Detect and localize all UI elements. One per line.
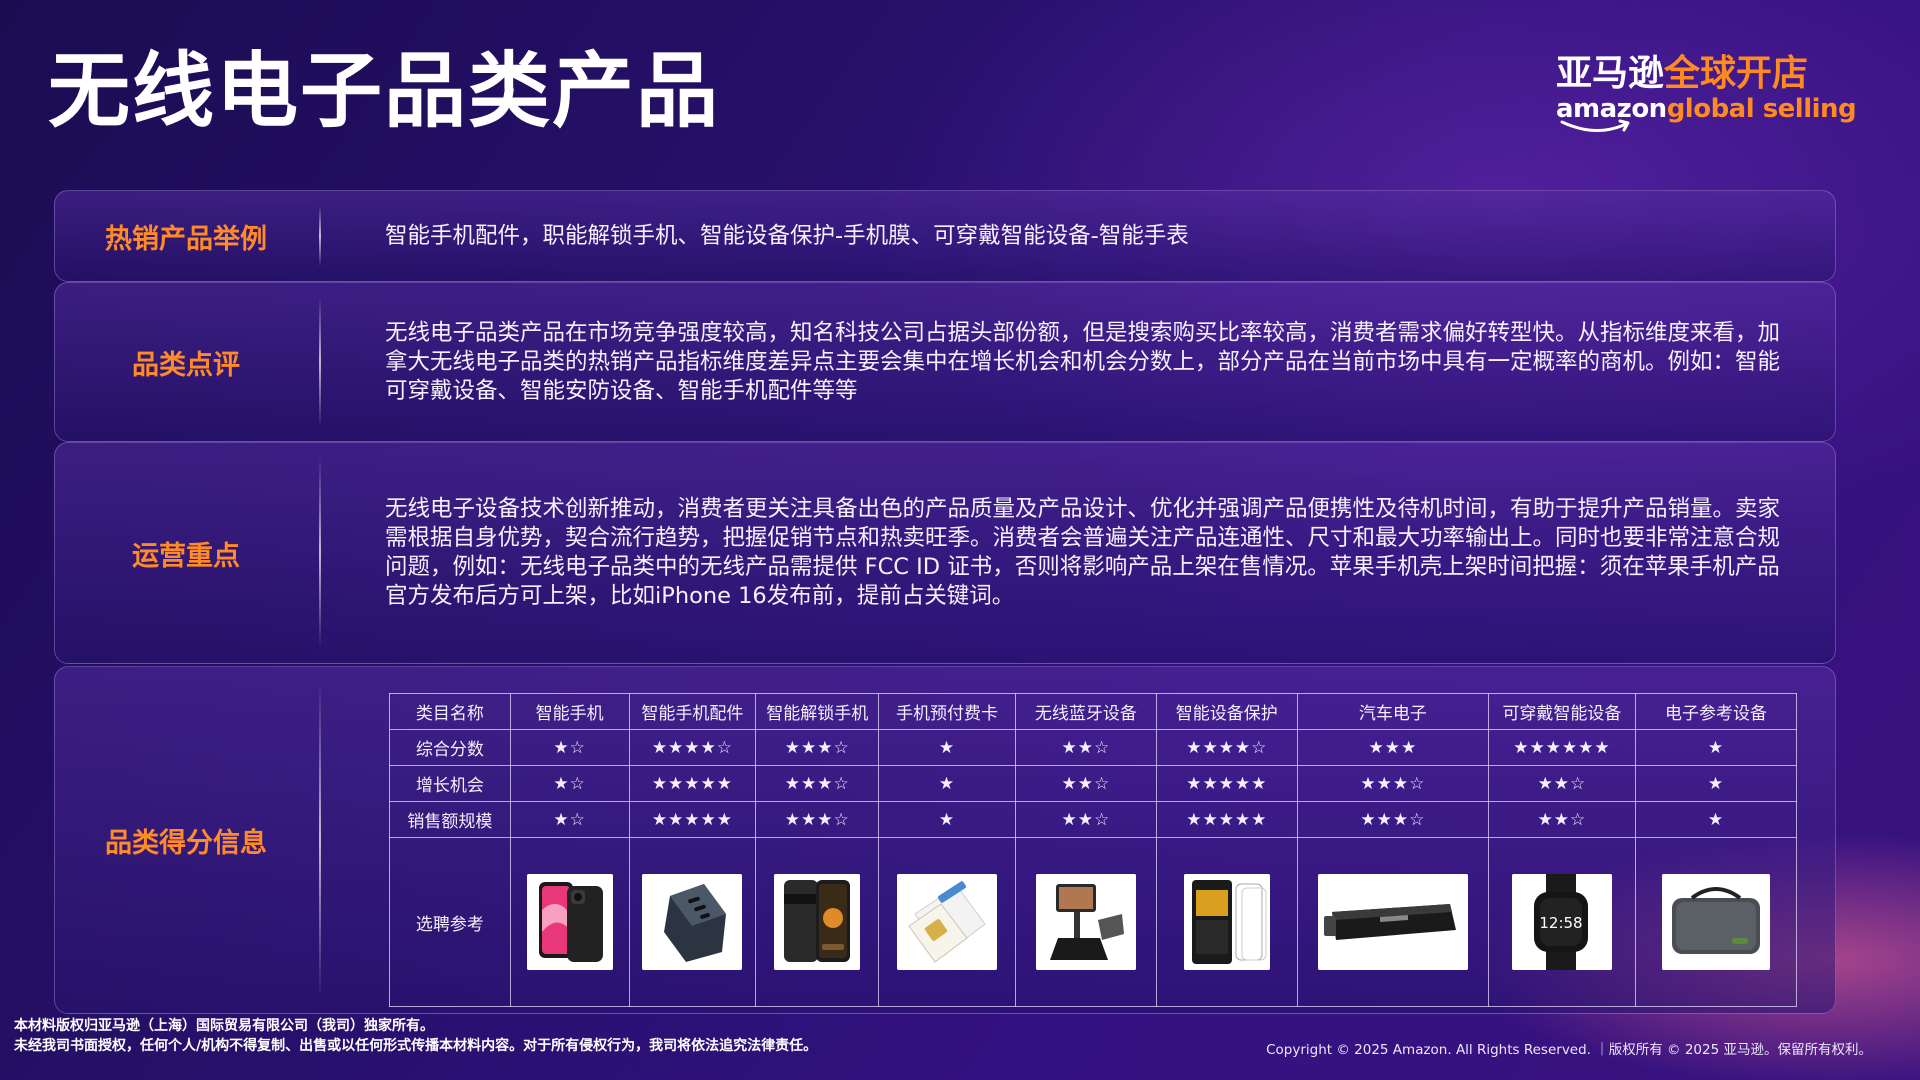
- star-rating-cell: ★☆: [509, 729, 630, 766]
- header-cell: 汽车电子: [1296, 693, 1489, 730]
- table-row: 综合分数 ★☆ ★★★★☆ ★★★☆ ★ ★★☆ ★★★★☆ ★★★ ★★★★★…: [389, 729, 1798, 766]
- car-amplifier-image: [1317, 874, 1468, 970]
- category-review-text: 无线电子品类产品在市场竞争强度较高，知名科技公司占据头部份额，但是搜索购买比率较…: [385, 319, 1781, 404]
- category-score-panel: 品类得分信息 类目名称 智能手机 智能手机配件 智能解锁手机 手机预付费卡 无线…: [54, 666, 1836, 1014]
- smartphone-image: [526, 874, 613, 970]
- panel-divider: [319, 297, 321, 427]
- star-rating-cell: ★★★★★: [1155, 765, 1298, 802]
- table-row: 销售额规模 ★☆ ★★★★★ ★★★☆ ★ ★★☆ ★★★★★ ★★★☆ ★★☆…: [389, 801, 1798, 838]
- table-row: 增长机会 ★☆ ★★★★★ ★★★☆ ★ ★★☆ ★★★★★ ★★★☆ ★★☆ …: [389, 765, 1798, 802]
- category-review-panel: 品类点评 无线电子品类产品在市场竞争强度较高，知名科技公司占据头部份额，但是搜索…: [54, 282, 1836, 442]
- charger-image: [642, 874, 743, 970]
- header-cell: 智能手机: [509, 693, 630, 730]
- row-name-cell: 增长机会: [389, 765, 511, 802]
- header-cell: 可穿戴智能设备: [1487, 693, 1636, 730]
- star-rating-cell: ★: [878, 801, 1016, 838]
- star-rating-cell: ★★★☆: [755, 801, 880, 838]
- hot-products-panel: 热销产品举例 智能手机配件，职能解锁手机、智能设备保护-手机膜、可穿戴智能设备-…: [54, 190, 1836, 282]
- star-rating-cell: ★★☆: [1014, 801, 1157, 838]
- unlocked-phone-image: [774, 874, 861, 970]
- star-rating-cell: ★★☆: [1014, 765, 1157, 802]
- logo-cn-text: 亚马逊全球开店: [1556, 53, 1809, 94]
- star-rating-cell: ★★★: [1296, 729, 1489, 766]
- operations-panel: 运营重点 无线电子设备技术创新推动，消费者更关注具备出色的产品质量及产品设计、优…: [54, 442, 1836, 664]
- row-name-cell: 销售额规模: [389, 801, 511, 838]
- legal-line-1: 本材料版权归亚马逊（上海）国际贸易有限公司（我司）独家所有。: [14, 1018, 434, 1034]
- panel-divider: [319, 681, 321, 999]
- star-rating-cell: ★: [878, 765, 1016, 802]
- panel-divider: [319, 457, 321, 649]
- hot-products-label: 热销产品举例: [105, 223, 267, 255]
- page-title: 无线电子品类产品: [48, 44, 721, 139]
- amazon-smile-icon: [1560, 119, 1630, 133]
- header-cell: 类目名称: [389, 693, 511, 730]
- star-rating-cell: ★☆: [509, 801, 630, 838]
- star-rating-cell: ★★★★★★: [1487, 729, 1636, 766]
- sim-card-image: [897, 874, 998, 970]
- category-review-label: 品类点评: [132, 349, 240, 381]
- star-rating-cell: ★★★★★: [1155, 801, 1298, 838]
- table-header-row: 类目名称 智能手机 智能手机配件 智能解锁手机 手机预付费卡 无线蓝牙设备 智能…: [389, 693, 1798, 730]
- phone-stand-image: [1035, 874, 1136, 970]
- smartwatch-image: 12:58: [1511, 874, 1612, 970]
- star-rating-cell: ★★★☆: [755, 729, 880, 766]
- amazon-global-selling-logo: 亚马逊全球开店 amazonglobal selling: [1556, 52, 1857, 142]
- star-rating-cell: ★★★☆: [1296, 765, 1489, 802]
- legal-notice: 本材料版权归亚马逊（上海）国际贸易有限公司（我司）独家所有。 未经我司书面授权，…: [14, 1016, 817, 1056]
- operations-text: 无线电子设备技术创新推动，消费者更关注具备出色的产品质量及产品设计、优化并强调产…: [385, 496, 1781, 609]
- operations-label: 运营重点: [132, 540, 240, 572]
- star-rating-cell: ★: [1634, 801, 1798, 838]
- legal-line-2: 未经我司书面授权，任何个人/机构不得复制、出售或以任何形式传播本材料内容。对于所…: [14, 1038, 818, 1054]
- star-rating-cell: ★★★★☆: [628, 729, 757, 766]
- header-cell: 智能手机配件: [628, 693, 757, 730]
- logo-en-text: amazonglobal selling: [1556, 94, 1857, 133]
- header-cell: 无线蓝牙设备: [1014, 693, 1157, 730]
- star-rating-cell: ★★★☆: [755, 765, 880, 802]
- category-score-table: 类目名称 智能手机 智能手机配件 智能解锁手机 手机预付费卡 无线蓝牙设备 智能…: [389, 693, 1798, 1007]
- star-rating-cell: ★☆: [509, 765, 630, 802]
- header-cell: 智能解锁手机: [755, 693, 880, 730]
- screen-protector-image: [1183, 874, 1270, 970]
- copyright-text: Copyright © 2025 Amazon. All Rights Rese…: [1266, 1042, 1872, 1058]
- star-rating-cell: ★★☆: [1487, 801, 1636, 838]
- header-cell: 电子参考设备: [1634, 693, 1798, 730]
- header-cell: 手机预付费卡: [878, 693, 1016, 730]
- star-rating-cell: ★★★☆: [1296, 801, 1489, 838]
- star-rating-cell: ★★☆: [1487, 765, 1636, 802]
- header-cell: 智能设备保护: [1155, 693, 1298, 730]
- panel-divider: [319, 205, 321, 267]
- electronics-case-image: [1661, 874, 1770, 970]
- category-score-label: 品类得分信息: [105, 827, 267, 859]
- watch-time: 12:58: [1539, 914, 1582, 932]
- row-name-cell: 综合分数: [389, 729, 511, 766]
- star-rating-cell: ★: [1634, 765, 1798, 802]
- star-rating-cell: ★★☆: [1014, 729, 1157, 766]
- star-rating-cell: ★★★★★: [628, 801, 757, 838]
- table-row-reference: 选聘参考 12:58: [389, 837, 1798, 1007]
- star-rating-cell: ★: [1634, 729, 1798, 766]
- star-rating-cell: ★★★★☆: [1155, 729, 1298, 766]
- hot-products-text: 智能手机配件，职能解锁手机、智能设备保护-手机膜、可穿戴智能设备-智能手表: [385, 222, 1189, 249]
- star-rating-cell: ★: [878, 729, 1016, 766]
- row-name-cell: 选聘参考: [389, 837, 511, 1007]
- star-rating-cell: ★★★★★: [628, 765, 757, 802]
